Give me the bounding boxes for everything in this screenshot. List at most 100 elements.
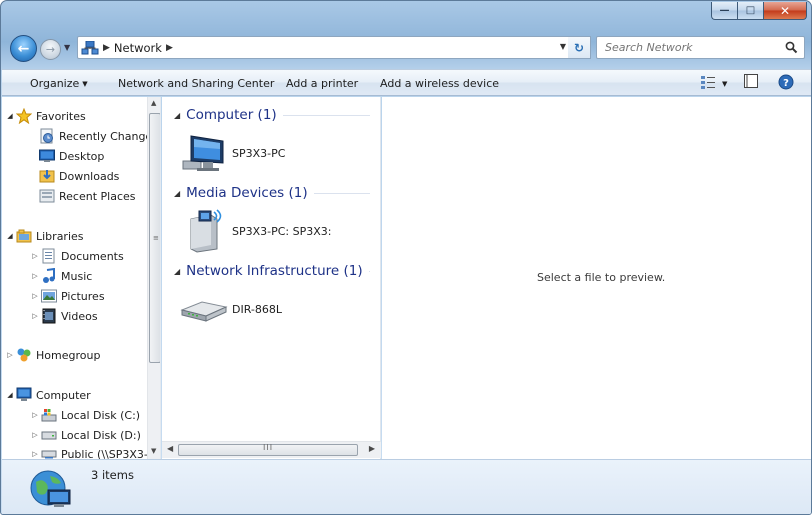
list-item[interactable]: DIR-868L xyxy=(180,288,282,330)
title-bar[interactable]: — □ ✕ xyxy=(1,1,811,33)
collapse-icon[interactable]: ◢ xyxy=(174,111,180,120)
nav-pane-scrollbar[interactable]: ▲ ≡ ▼ xyxy=(147,97,160,459)
organize-button[interactable]: Organize ▼ xyxy=(30,77,88,90)
scroll-down-arrow-icon[interactable]: ▼ xyxy=(151,447,156,455)
command-bar: Organize ▼ Network and Sharing Center Add… xyxy=(2,69,811,96)
list-item[interactable]: SP3X3-PC xyxy=(180,132,285,174)
add-printer-button[interactable]: Add a printer xyxy=(286,77,358,90)
add-wireless-device-label: Add a wireless device xyxy=(380,77,500,90)
maximize-button[interactable]: □ xyxy=(737,2,763,20)
preview-pane-button[interactable] xyxy=(744,74,758,91)
nav-local-disk-c[interactable]: ▷ Local Disk (C:) xyxy=(30,406,140,424)
expand-icon[interactable]: ▷ xyxy=(30,312,40,320)
computer-icon xyxy=(15,387,33,403)
expand-icon[interactable]: ▷ xyxy=(30,292,40,300)
system-drive-icon xyxy=(40,407,58,423)
collapse-icon[interactable]: ◢ xyxy=(5,391,15,399)
help-button[interactable]: ? xyxy=(778,74,794,93)
group-title: Media Devices (1) xyxy=(186,185,308,201)
arrow-left-icon: ← xyxy=(17,40,30,57)
nav-favorites[interactable]: ◢ Favorites xyxy=(5,107,86,125)
network-sharing-center-button[interactable]: Network and Sharing Center xyxy=(118,77,274,90)
scroll-left-arrow-icon[interactable]: ◀ xyxy=(167,444,173,453)
details-pane: 3 items xyxy=(2,459,811,514)
group-header-media-devices[interactable]: ◢ Media Devices (1) xyxy=(174,185,370,201)
group-header-network-infrastructure[interactable]: ◢ Network Infrastructure (1) xyxy=(174,263,370,279)
documents-icon xyxy=(40,248,58,264)
nav-desktop[interactable]: Desktop xyxy=(38,147,104,165)
address-history-dropdown[interactable]: ▼ xyxy=(560,42,566,51)
collapse-icon[interactable]: ◢ xyxy=(5,232,15,240)
item-label: DIR-868L xyxy=(232,302,283,316)
search-box[interactable] xyxy=(596,36,805,59)
back-button[interactable]: ← xyxy=(10,35,37,62)
downloads-folder-icon xyxy=(38,168,56,184)
nav-homegroup[interactable]: ▷ Homegroup xyxy=(5,346,100,364)
nav-libraries[interactable]: ◢ Libraries xyxy=(5,227,84,245)
nav-recently-changed[interactable]: Recently Changed xyxy=(38,127,159,145)
breadcrumb-separator[interactable]: ▶ xyxy=(166,43,173,53)
refresh-icon: ↻ xyxy=(573,40,585,55)
media-server-icon xyxy=(180,209,228,253)
address-bar[interactable]: ▶ Network ▶ ▼ xyxy=(77,36,589,59)
nav-recent-places[interactable]: Recent Places xyxy=(38,187,136,205)
recent-places-icon xyxy=(38,188,56,204)
add-wireless-device-button[interactable]: Add a wireless device xyxy=(380,77,499,90)
add-printer-label: Add a printer xyxy=(286,77,359,90)
breadcrumb-separator[interactable]: ▶ xyxy=(103,43,110,53)
nav-videos[interactable]: ▷ Videos xyxy=(30,307,98,325)
collapse-icon[interactable]: ◢ xyxy=(174,267,180,276)
nav-local-disk-d[interactable]: ▷ Local Disk (D:) xyxy=(30,426,141,444)
nav-pictures[interactable]: ▷ Pictures xyxy=(30,287,105,305)
group-divider xyxy=(313,192,370,194)
expand-icon[interactable]: ▷ xyxy=(30,431,40,439)
content-horizontal-scrollbar[interactable]: ◀ III ▶ xyxy=(162,441,381,458)
scroll-thumb[interactable]: ≡ xyxy=(149,113,160,363)
grip-icon: III xyxy=(263,443,274,452)
nav-computer[interactable]: ◢ Computer xyxy=(5,386,91,404)
network-sharing-center-label: Network and Sharing Center xyxy=(118,77,275,90)
nav-item-label: Downloads xyxy=(59,169,120,183)
search-icon[interactable] xyxy=(785,41,798,57)
scroll-right-arrow-icon[interactable]: ▶ xyxy=(369,444,375,453)
minimize-button[interactable]: — xyxy=(711,2,737,20)
group-header-computer[interactable]: ◢ Computer (1) xyxy=(174,107,370,123)
expand-icon[interactable]: ▷ xyxy=(30,252,40,260)
caption-buttons: — □ ✕ xyxy=(711,2,807,20)
item-count: 3 items xyxy=(91,468,134,482)
collapse-icon[interactable]: ◢ xyxy=(5,112,15,120)
collapse-icon[interactable]: ◢ xyxy=(174,189,180,198)
list-item[interactable]: SP3X3-PC: SP3X3: xyxy=(180,209,332,253)
change-view-button[interactable]: ▼ xyxy=(700,74,727,93)
nav-item-label: Public (\\SP3X3-PC) xyxy=(61,447,161,460)
chevron-down-icon: ▼ xyxy=(722,79,728,88)
computer-icon xyxy=(180,132,228,174)
expand-icon[interactable]: ▷ xyxy=(30,272,40,280)
close-button[interactable]: ✕ xyxy=(763,2,807,20)
nav-public-share[interactable]: ▷ Public (\\SP3X3-PC) xyxy=(30,445,161,460)
homegroup-icon xyxy=(15,347,33,363)
nav-item-label: Videos xyxy=(61,309,98,323)
nav-downloads[interactable]: Downloads xyxy=(38,167,119,185)
help-icon: ? xyxy=(778,74,794,93)
scroll-up-arrow-icon[interactable]: ▲ xyxy=(151,99,156,107)
search-input[interactable] xyxy=(605,41,775,54)
refresh-button[interactable]: ↻ xyxy=(568,36,591,59)
forward-button[interactable]: → xyxy=(40,39,61,60)
breadcrumb-network[interactable]: Network xyxy=(114,41,162,55)
scroll-thumb[interactable]: III xyxy=(178,443,358,456)
expand-icon[interactable]: ▷ xyxy=(5,351,15,359)
router-icon xyxy=(180,288,228,330)
nav-item-label: Local Disk (D:) xyxy=(61,428,141,442)
nav-documents[interactable]: ▷ Documents xyxy=(30,247,124,265)
nav-music[interactable]: ▷ Music xyxy=(30,267,92,285)
item-label: SP3X3-PC xyxy=(232,146,286,160)
navigation-pane: ◢ Favorites Recently Changed Desktop Dow… xyxy=(2,97,161,459)
expand-icon[interactable]: ▷ xyxy=(30,450,40,458)
expand-icon[interactable]: ▷ xyxy=(30,411,40,419)
navigation-bar: ← → ▼ ▶ Network ▶ ▼ ↻ xyxy=(1,31,811,65)
recent-pages-button[interactable]: ▼ xyxy=(64,43,70,52)
desktop-icon xyxy=(38,148,56,164)
nav-computer-label: Computer xyxy=(36,388,91,402)
svg-text:?: ? xyxy=(783,78,789,89)
